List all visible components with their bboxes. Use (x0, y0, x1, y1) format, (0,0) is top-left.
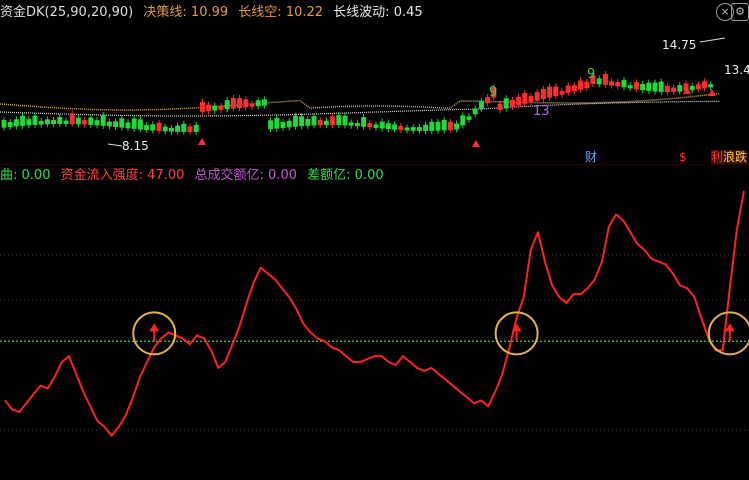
tag-right-2: 浪 (723, 150, 736, 164)
diff-label: 差额亿: (307, 168, 351, 183)
long-wave-value: 0.45 (393, 5, 423, 20)
long-empty-label: 长线空: (238, 5, 282, 20)
cai-marker: 财 (585, 150, 598, 164)
price-high-label: 14.75 (662, 38, 697, 52)
diff-value: 0.00 (354, 168, 384, 183)
curve-label: 曲: (0, 168, 18, 183)
inflow-label: 资金流入强度: (60, 168, 144, 183)
nine-marker-left: 9 (489, 85, 498, 100)
gear-icon[interactable]: ⚙ (731, 3, 749, 21)
tag-right-1: 利 (711, 150, 724, 164)
nine-marker-right: 9 (587, 67, 596, 82)
volume-label: 总成交额亿: (194, 168, 264, 183)
price-right-label: 13.4 (724, 63, 749, 77)
long-empty-value: 10.22 (285, 5, 324, 20)
tag-right-3: 跌 (735, 150, 748, 164)
dollar-marker: $ (679, 150, 687, 164)
indicator-name: 资金DK(25,90,20,90) (0, 5, 134, 20)
decision-value: 10.99 (190, 5, 229, 20)
indicator-header: 资金DK(25,90,20,90) 决策线: 10.99 长线空: 10.22 … (0, 3, 429, 23)
price-low-label: 8.15 (122, 139, 149, 153)
inflow-value: 47.00 (147, 168, 185, 183)
long-wave-label: 长线波动: (333, 5, 390, 20)
curve-value: 0.00 (21, 168, 51, 183)
up-arrow-icon (511, 323, 522, 332)
thirteen-marker: 13 (533, 104, 550, 119)
inflow-series-line (4, 190, 745, 437)
fund-inflow-panel (0, 190, 749, 437)
up-arrow-icon (149, 323, 160, 332)
decision-label: 决策线: (143, 5, 187, 20)
volume-value: 0.00 (268, 168, 297, 183)
flow-header: 曲: 0.00 资金流入强度: 47.00 总成交额亿: 0.00 差额亿: 0… (0, 166, 390, 186)
